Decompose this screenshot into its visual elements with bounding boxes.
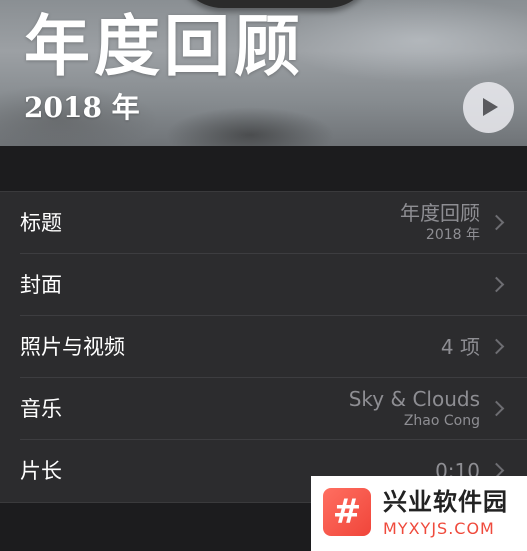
- row-label: 照片与视频: [20, 335, 125, 359]
- settings-row-title[interactable]: 标题 年度回顾 2018 年: [0, 192, 527, 254]
- chevron-right-icon: [488, 338, 505, 355]
- row-value: Sky & Clouds Zhao Cong: [349, 386, 480, 430]
- hash-icon: #: [332, 492, 362, 532]
- play-button[interactable]: [463, 82, 514, 133]
- row-label: 音乐: [20, 397, 62, 421]
- site-watermark: # 兴业软件园 MYXYJS.COM: [311, 476, 527, 551]
- settings-row-photos-videos[interactable]: 照片与视频 4 项: [0, 316, 527, 378]
- row-value-main: 年度回顾: [400, 201, 480, 225]
- chevron-right-icon: [488, 214, 505, 231]
- chevron-right-icon: [488, 276, 505, 293]
- memory-settings-list: 标题 年度回顾 2018 年 封面 照片与视频 4 项 音乐 Sky & Clo…: [0, 191, 527, 503]
- row-value-sub: 2018 年: [425, 227, 480, 243]
- chevron-right-icon: [488, 400, 505, 417]
- memory-subtitle: 2018 年: [24, 91, 140, 124]
- row-value-main: Sky & Clouds: [348, 387, 480, 411]
- memory-cover-hero: 年度回顾 2018 年: [0, 0, 527, 146]
- play-icon: [483, 98, 498, 116]
- row-value-sub: Zhao Cong: [403, 413, 480, 429]
- cover-photo-object: [175, 0, 375, 8]
- settings-row-cover[interactable]: 封面: [0, 254, 527, 316]
- row-value: 年度回顾 2018 年: [400, 200, 480, 244]
- memory-title: 年度回顾: [24, 8, 304, 85]
- settings-row-music[interactable]: 音乐 Sky & Clouds Zhao Cong: [0, 378, 527, 440]
- row-value: 4 项: [440, 335, 480, 359]
- watermark-logo: #: [323, 488, 371, 536]
- row-label: 封面: [20, 273, 62, 297]
- row-label: 片长: [20, 459, 62, 483]
- watermark-url: MYXYJS.COM: [383, 519, 495, 538]
- row-label: 标题: [20, 211, 62, 235]
- watermark-name: 兴业软件园: [383, 488, 508, 516]
